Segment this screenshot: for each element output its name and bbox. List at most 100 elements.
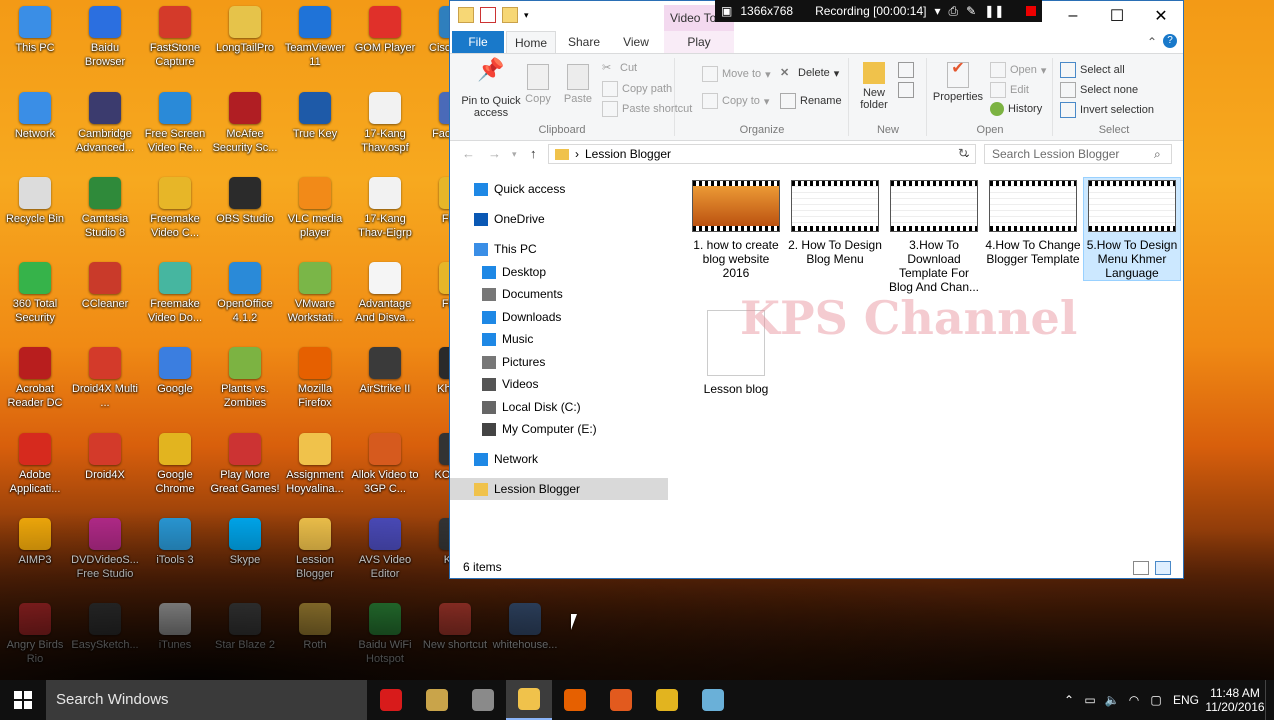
desktop-icon-firefox[interactable]: Mozilla Firefox bbox=[280, 347, 350, 410]
file-item[interactable]: 1. how to create blog website 2016 bbox=[688, 178, 784, 280]
start-button[interactable] bbox=[0, 680, 46, 720]
taskbar-app-firefox[interactable] bbox=[552, 680, 598, 720]
desktop-icon-whitehouse[interactable]: whitehouse... bbox=[490, 603, 560, 652]
search-input[interactable]: Search Lession Blogger bbox=[984, 144, 1172, 164]
paste-button[interactable]: Paste bbox=[560, 64, 596, 105]
tab-file[interactable]: File bbox=[452, 31, 504, 53]
desktop-icon-openoffice[interactable]: OpenOffice 4.1.2 bbox=[210, 262, 280, 325]
nav-item-network[interactable]: Network bbox=[474, 448, 538, 470]
desktop-icon-true-key[interactable]: True Key bbox=[280, 92, 350, 141]
nav-item-pictures[interactable]: Pictures bbox=[482, 351, 545, 373]
copy-path-button[interactable]: Copy path bbox=[602, 81, 672, 97]
nav-item-documents[interactable]: Documents bbox=[482, 283, 563, 305]
file-item[interactable]: 3.How To Download Template For Blog And … bbox=[886, 178, 982, 294]
camera-icon[interactable]: ⎙ bbox=[949, 4, 959, 19]
details-view-icon[interactable] bbox=[1133, 561, 1149, 575]
desktop-icon-acrobat[interactable]: Acrobat Reader DC bbox=[0, 347, 70, 410]
nav-item-onedrive[interactable]: OneDrive bbox=[474, 208, 545, 230]
nav-item-downloads[interactable]: Downloads bbox=[482, 306, 561, 328]
desktop-icon-aimp[interactable]: AIMP3 bbox=[0, 518, 70, 567]
easy-access-icon[interactable] bbox=[898, 82, 914, 98]
volume-icon[interactable]: 🔈 bbox=[1101, 693, 1123, 707]
file-item[interactable]: 5.How To Design Menu Khmer Language bbox=[1083, 177, 1181, 281]
invert-selection-button[interactable]: Invert selection bbox=[1060, 102, 1154, 118]
move-to-button[interactable]: Move to ▾ bbox=[702, 66, 771, 82]
desktop-icon-gom-player[interactable]: GOM Player bbox=[350, 6, 420, 55]
desktop-icon-skype[interactable]: Skype bbox=[210, 518, 280, 567]
taskbar-app-recorder[interactable] bbox=[368, 680, 414, 720]
new-folder-button[interactable]: New folder bbox=[854, 62, 894, 111]
rename-button[interactable]: Rename bbox=[780, 93, 842, 109]
language-indicator[interactable]: ENG bbox=[1167, 693, 1205, 707]
desktop-icon-chrome[interactable]: Google Chrome bbox=[140, 433, 210, 496]
new-item-icon[interactable] bbox=[898, 62, 914, 78]
desktop-icon-folder[interactable]: Roth bbox=[280, 603, 350, 652]
nav-item-this-pc[interactable]: This PC bbox=[474, 238, 537, 260]
desktop-icon-popcap[interactable]: Play More Great Games! bbox=[210, 433, 280, 496]
wifi-icon[interactable]: ◠ bbox=[1123, 693, 1145, 707]
desktop-icon-avs[interactable]: AVS Video Editor bbox=[350, 518, 420, 581]
tab-view[interactable]: View bbox=[612, 31, 660, 53]
forward-icon[interactable]: → bbox=[488, 146, 501, 161]
tab-play[interactable]: Play bbox=[664, 31, 734, 53]
desktop-icon-ccleaner[interactable]: CCleaner bbox=[70, 262, 140, 311]
delete-button[interactable]: ✕ Delete ▾ bbox=[780, 66, 839, 80]
minimize-icon[interactable]: – bbox=[1051, 1, 1095, 31]
desktop-icon-folder[interactable]: Assignment Hoyvalina... bbox=[280, 433, 350, 496]
chevron-up-icon[interactable]: ⌃ bbox=[1147, 35, 1157, 49]
recent-locations-icon[interactable]: ▾ bbox=[512, 149, 517, 160]
tab-share[interactable]: Share bbox=[560, 31, 608, 53]
desktop-icon-baidu-browser[interactable]: Baidu Browser bbox=[70, 6, 140, 69]
open-button[interactable]: Open ▾ bbox=[990, 62, 1046, 78]
desktop-icon-baidu-wifi[interactable]: Baidu WiFi Hotspot bbox=[350, 603, 420, 666]
taskbar-app-file-explorer[interactable] bbox=[506, 680, 552, 720]
nav-item-drive[interactable]: My Computer (E:) bbox=[482, 418, 597, 440]
folder-icon[interactable] bbox=[458, 7, 474, 23]
desktop-icon-this-pc[interactable]: This PC bbox=[0, 6, 70, 55]
nav-item-folder[interactable]: Lession Blogger bbox=[450, 478, 668, 500]
desktop-icon-camtasia[interactable]: Camtasia Studio 8 bbox=[70, 177, 140, 240]
battery-icon[interactable]: ▭ bbox=[1079, 693, 1101, 707]
desktop-icon-obs[interactable]: OBS Studio bbox=[210, 177, 280, 226]
desktop-icon-longtailpro[interactable]: LongTailPro bbox=[210, 6, 280, 55]
desktop-icon-windows-shortcut[interactable]: New shortcut bbox=[420, 603, 490, 652]
pause-icon[interactable]: ❚❚ bbox=[984, 4, 1004, 18]
pin-quick-access-button[interactable]: 📌 Pin to Quick access bbox=[456, 59, 526, 120]
desktop-icon-folder[interactable]: Lession Blogger bbox=[280, 518, 350, 581]
desktop-icon-angry-birds[interactable]: Angry Birds Rio bbox=[0, 603, 70, 666]
nav-item-star[interactable]: Quick access bbox=[474, 178, 565, 200]
desktop-icon-droid4x[interactable]: Droid4X bbox=[70, 433, 140, 482]
desktop-icon-mcafee[interactable]: McAfee Security Sc... bbox=[210, 92, 280, 155]
properties-check-icon[interactable] bbox=[480, 7, 496, 23]
desktop-icon-cambridge[interactable]: Cambridge Advanced... bbox=[70, 92, 140, 155]
desktop-icon-free-screen[interactable]: Free Screen Video Re... bbox=[140, 92, 210, 155]
desktop-icon-freemake[interactable]: Freemake Video C... bbox=[140, 177, 210, 240]
copy-to-button[interactable]: Copy to ▾ bbox=[702, 93, 769, 109]
maximize-icon[interactable]: ☐ bbox=[1095, 1, 1139, 31]
properties-button[interactable]: ✔ Properties bbox=[930, 61, 986, 104]
taskbar-app-notepad[interactable] bbox=[690, 680, 736, 720]
refresh-icon[interactable]: ↻ bbox=[958, 146, 968, 160]
desktop-icon-eigrp-file[interactable]: 17-Kang Thav-Eigrp bbox=[350, 177, 420, 240]
message-icon[interactable]: ▢ bbox=[1145, 693, 1167, 707]
desktop-icon-adobe[interactable]: Adobe Applicati... bbox=[0, 433, 70, 496]
new-folder-icon[interactable] bbox=[502, 7, 518, 23]
help-icon[interactable]: ? bbox=[1163, 34, 1177, 48]
desktop-icon-vlc[interactable]: VLC media player bbox=[280, 177, 350, 240]
taskbar-app-snipping[interactable] bbox=[460, 680, 506, 720]
nav-item-desktop[interactable]: Desktop bbox=[482, 261, 546, 283]
taskbar-search-input[interactable]: Search Windows bbox=[46, 680, 367, 720]
back-icon[interactable]: ← bbox=[462, 146, 475, 161]
breadcrumb[interactable]: Lession Blogger bbox=[585, 147, 671, 161]
cut-button[interactable]: ✂ Cut bbox=[602, 61, 637, 75]
file-item[interactable]: 4.How To Change Blogger Template bbox=[985, 178, 1081, 266]
desktop-icon-google[interactable]: Google bbox=[140, 347, 210, 396]
desktop-icon-recycle-bin[interactable]: Recycle Bin bbox=[0, 177, 70, 226]
address-bar[interactable]: › Lession Blogger ⌄ bbox=[548, 144, 976, 164]
desktop-icon-ospf-file[interactable]: 17-Kang Thav.ospf bbox=[350, 92, 420, 155]
show-desktop-button[interactable] bbox=[1265, 680, 1274, 720]
show-hidden-icons-icon[interactable]: ⌃ bbox=[1059, 693, 1079, 707]
up-icon[interactable]: ↑ bbox=[530, 146, 537, 161]
large-icons-view-icon[interactable] bbox=[1155, 561, 1171, 575]
edit-button[interactable]: Edit bbox=[990, 82, 1029, 98]
